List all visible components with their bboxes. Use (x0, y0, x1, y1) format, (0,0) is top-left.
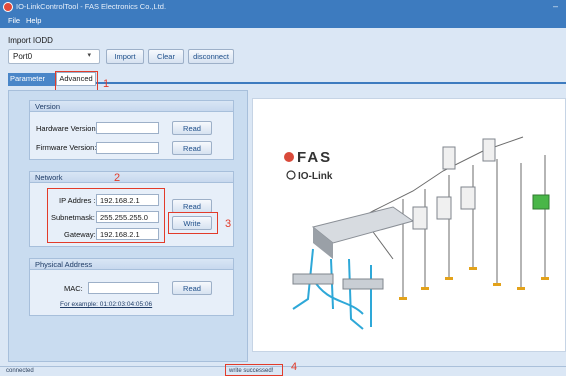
version-group-title: Version (35, 102, 61, 111)
connection-status: connected (6, 368, 34, 374)
chevron-down-icon: ▾ (87, 52, 91, 59)
import-button[interactable]: Import (106, 49, 144, 64)
product-image: FAS IO-Link (252, 98, 566, 352)
firmware-version-field[interactable] (96, 142, 159, 154)
fas-brand-text: FAS (297, 149, 332, 166)
menu-help[interactable]: Help (26, 16, 41, 25)
title-bar: IO-LinkControlTool - FAS Electronics Co.… (0, 0, 566, 14)
tab-parameter[interactable]: Parameter (8, 73, 56, 86)
firmware-version-label: Firmware Version: (36, 143, 97, 152)
hardware-version-label: Hardware Version: (36, 124, 98, 133)
annotation-number-4: 4 (291, 361, 298, 373)
io-link-brand-text: IO-Link (298, 171, 333, 182)
import-iodd-label: Import IODD (8, 36, 53, 45)
menu-file[interactable]: File (8, 16, 20, 25)
physical-address-group-title: Physical Address (35, 260, 93, 269)
gateway-label: Gateway: (64, 230, 96, 239)
io-link-system-illustration: FAS IO-Link (284, 136, 550, 330)
port-select[interactable]: Port0 ▾ (8, 49, 100, 64)
read-firmware-button[interactable]: Read (172, 141, 212, 155)
network-group-title: Network (35, 173, 63, 182)
annotation-number-1: 1 (103, 78, 110, 90)
ip-address-label: IP Addres : (59, 196, 96, 205)
subnet-mask-field[interactable]: 255.255.255.0 (96, 211, 159, 223)
gateway-field[interactable]: 192.168.2.1 (96, 228, 159, 240)
read-hardware-button[interactable]: Read (172, 121, 212, 135)
mac-example-text: For example: 01:02:03:04:05:06 (60, 301, 153, 308)
port-select-value: Port0 (13, 52, 33, 61)
app-logo-icon (3, 2, 13, 12)
window-title: IO-LinkControlTool - FAS Electronics Co.… (16, 2, 167, 11)
read-mac-button[interactable]: Read (172, 281, 212, 295)
subnet-mask-label: Subnetmask: (51, 213, 95, 222)
annotation-number-2: 2 (114, 172, 121, 184)
minimize-button[interactable]: – (553, 1, 558, 11)
ip-address-field[interactable]: 192.168.2.1 (96, 194, 159, 206)
menu-bar: File Help (0, 14, 566, 28)
status-bar (0, 366, 566, 376)
write-status-message: write successed! (229, 368, 274, 374)
read-network-button[interactable]: Read (172, 199, 212, 213)
hardware-version-field[interactable] (96, 122, 159, 134)
disconnect-button[interactable]: disconnect (188, 49, 234, 64)
mac-field[interactable] (88, 282, 159, 294)
clear-button[interactable]: Clear (148, 49, 184, 64)
annotation-number-3: 3 (225, 218, 232, 230)
mac-label: MAC: (64, 284, 83, 293)
annotation-box-3 (168, 212, 218, 234)
